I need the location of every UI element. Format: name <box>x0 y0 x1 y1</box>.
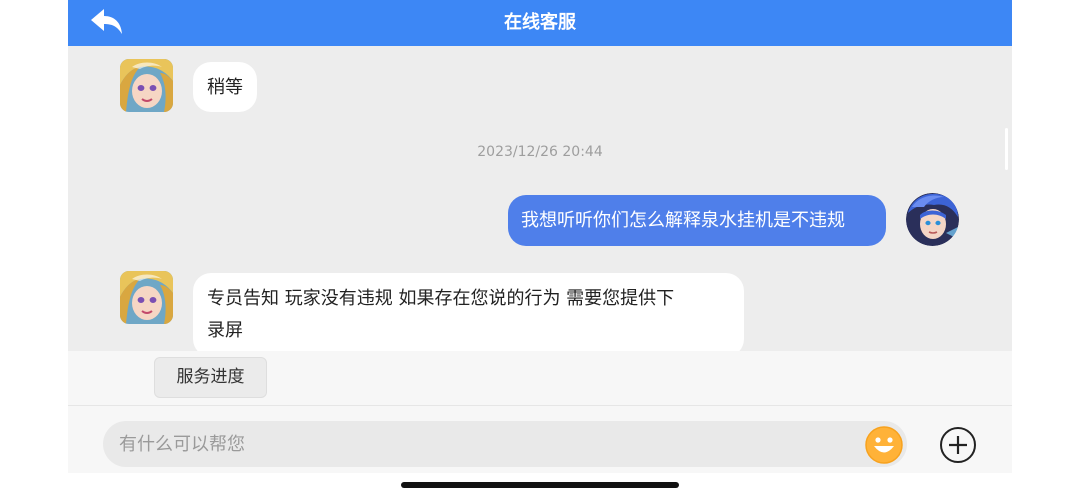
agent-message-bubble: 稍等 <box>193 62 257 112</box>
user-message-bubble: 我想听听你们怎么解释泉水挂机是不违规 <box>508 195 886 246</box>
message-text-line: 专员告知 玩家没有违规 如果存在您说的行为 需要您提供下 <box>207 288 675 309</box>
message-text-line: 录屏 <box>207 320 243 341</box>
message-composer <box>68 405 1012 473</box>
user-avatar[interactable] <box>906 193 959 246</box>
message-input[interactable] <box>103 421 907 467</box>
plus-circle-icon <box>940 427 976 463</box>
emoji-icon <box>865 426 903 464</box>
message-timestamp: 2023/12/26 20:44 <box>477 144 603 160</box>
message-text: 稍等 <box>207 77 243 98</box>
scrollbar[interactable] <box>1005 128 1008 170</box>
service-progress-button[interactable]: 服务进度 <box>154 357 267 398</box>
agent-avatar[interactable] <box>120 271 173 324</box>
header-bar: 在线客服 <box>68 0 1012 46</box>
agent-avatar[interactable] <box>120 59 173 112</box>
customer-service-chat: 在线客服 稍等 2023/12/26 20:44 我想听听你们怎么解释泉水挂机是… <box>68 0 1012 473</box>
screen: 在线客服 稍等 2023/12/26 20:44 我想听听你们怎么解释泉水挂机是… <box>0 0 1080 498</box>
message-text: 我想听听你们怎么解释泉水挂机是不违规 <box>521 210 845 231</box>
more-options-button[interactable] <box>939 426 977 464</box>
page-title: 在线客服 <box>504 12 576 33</box>
chat-message-list[interactable]: 稍等 2023/12/26 20:44 我想听听你们怎么解释泉水挂机是不违规 专… <box>68 46 1012 351</box>
home-indicator[interactable] <box>401 482 679 488</box>
agent-message-bubble: 专员告知 玩家没有违规 如果存在您说的行为 需要您提供下 录屏 <box>193 273 744 351</box>
emoji-button[interactable] <box>864 425 904 465</box>
quick-action-bar: 服务进度 <box>68 351 1012 405</box>
